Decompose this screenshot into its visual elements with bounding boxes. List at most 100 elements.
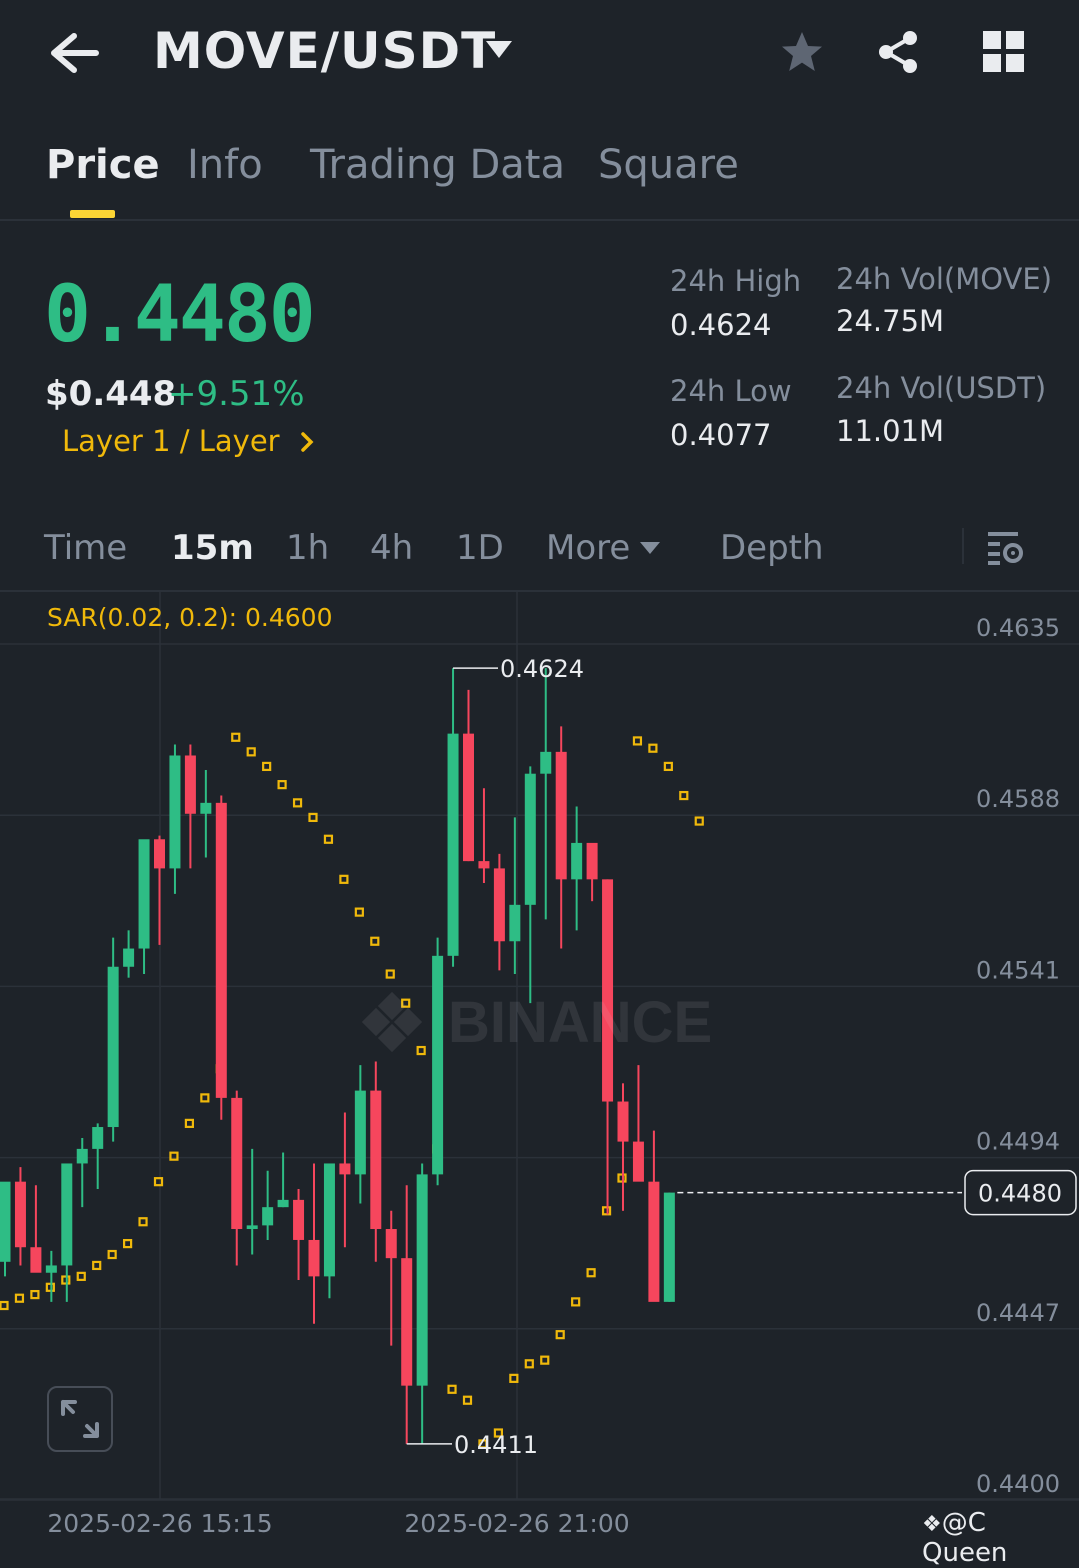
sar-point [138,1217,148,1227]
candle-body [663,1192,675,1302]
sector-link[interactable]: Layer 1 / Layer [62,424,280,458]
candle-body [401,1258,413,1386]
tf-4h[interactable]: 4h [370,528,413,568]
candle-body [493,868,505,942]
y-tick-label: 0.4588 [976,785,1060,813]
watermark-text: BINANCE [448,990,712,1054]
tab-trading-data[interactable]: Trading Data [310,142,565,188]
sar-point [107,1249,117,1260]
candle-body [385,1229,397,1259]
sar-point [509,1373,519,1383]
sar-point [231,732,241,742]
y-tick-label: 0.4400 [976,1470,1060,1498]
divider [962,528,964,564]
grid-icon[interactable] [982,30,1026,74]
sar-point [663,761,673,772]
x-tick-label: 2025-02-26 21:00 [404,1509,629,1538]
tf-depth[interactable]: Depth [720,528,824,568]
share-icon[interactable] [874,28,922,76]
sar-point [339,874,349,884]
candle-body [14,1181,26,1248]
y-tick-label: 0.4447 [976,1299,1060,1327]
pair-title[interactable]: MOVE/USDT [153,22,496,80]
caret-down-icon[interactable] [639,540,661,554]
candle-body [154,839,165,869]
candle-body [123,948,135,967]
candle-body [617,1101,629,1142]
candle-body [648,1181,660,1302]
tf-time[interactable]: Time [44,528,127,568]
candle-body [231,1097,243,1230]
top-bar: MOVE/USDT [0,0,1079,110]
candle-body [0,1181,11,1262]
sar-point [308,812,318,823]
candle-body [370,1090,382,1230]
usd-price: $0.448 [45,374,177,414]
sar-point [462,1395,473,1405]
tf-1h[interactable]: 1h [286,528,329,568]
tf-1d[interactable]: 1D [456,528,504,568]
high-value: 0.4624 [670,308,772,342]
low-value: 0.4077 [670,418,772,452]
low-label: 24h Low [670,374,792,408]
tab-price[interactable]: Price [46,142,160,188]
candle-body [30,1247,42,1273]
sar-point [184,1118,194,1128]
candle-body [76,1148,88,1164]
back-arrow-icon[interactable] [46,28,102,78]
sar-point [92,1260,102,1271]
chevron-right-icon[interactable] [296,428,320,456]
change-percent: +9.51% [168,374,305,414]
sar-point [262,761,272,772]
sar-point [323,834,334,844]
candle-body [92,1127,104,1149]
sar-point [571,1297,581,1307]
caret-down-icon[interactable] [485,40,513,60]
sar-point [586,1268,596,1278]
expand-icon[interactable] [47,1386,113,1452]
candle-body [632,1141,644,1182]
candle-body [45,1265,57,1273]
tf-15m[interactable]: 15m [171,528,254,568]
candle-body [184,755,196,814]
candle-body [293,1199,305,1240]
sar-point [648,743,658,753]
candle-body [447,733,459,956]
tab-info[interactable]: Info [187,142,263,188]
sar-point [122,1238,133,1249]
candle-body [246,1225,258,1230]
sar-point [632,736,643,746]
sar-point [679,790,689,801]
star-icon[interactable] [778,28,826,76]
tab-square[interactable]: Square [598,142,739,188]
y-tick-label: 0.4494 [976,1128,1060,1156]
tf-more[interactable]: More [546,528,630,568]
sar-point [76,1271,86,1281]
candle-body [308,1239,320,1277]
sar-point [292,798,303,808]
candle-body [323,1163,335,1277]
sar-point [277,780,287,790]
sar-point [0,1300,9,1311]
sar-point [524,1359,534,1369]
candle-body [571,842,583,880]
candle-body [524,773,536,905]
chart-settings-icon[interactable] [986,528,1026,568]
y-tick-label: 0.4541 [976,956,1060,984]
candlestick-chart[interactable]: 0.4635 0.4588 0.4541 0.4494 0.4447 0.4400 2025… [0,592,1079,1546]
sar-point [447,1384,457,1394]
candle-body [277,1199,289,1208]
sar-point [30,1289,40,1300]
last-price: 0.4480 [44,270,316,360]
candle-body [509,904,521,942]
vol-base-value: 24.75M [836,304,945,338]
sar-point [169,1151,179,1161]
candle-body [416,1174,428,1386]
sar-point [354,907,364,917]
low-marker-label: 0.4411 [454,1431,538,1459]
sar-point [385,969,395,979]
sar-point [14,1293,25,1303]
candle-body [61,1163,73,1266]
sar-indicator-label: SAR(0.02, 0.2): 0.4600 [47,603,333,632]
candle-body [169,755,181,869]
